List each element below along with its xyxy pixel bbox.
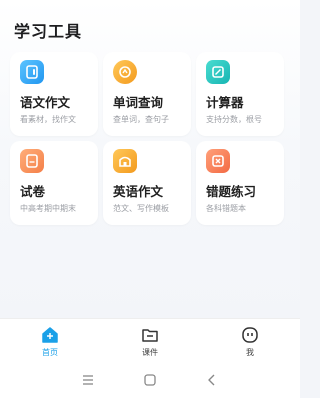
tab-label: 课件 — [142, 348, 158, 357]
tool-desc: 看素材，找作文 — [20, 115, 76, 124]
tab-home[interactable]: 首页 — [0, 319, 100, 363]
profile-icon — [242, 327, 258, 343]
system-navigation-bar — [0, 362, 300, 398]
tool-card-word-lookup[interactable]: 单词查询 查单词，查句子 — [103, 52, 191, 136]
courseware-icon — [142, 329, 158, 342]
tab-profile[interactable]: 我 — [200, 319, 300, 363]
tool-card-wrong-questions[interactable]: 错题练习 各科错题本 — [196, 141, 284, 225]
tool-desc: 查单词，查句子 — [113, 115, 169, 124]
exam-paper-icon — [20, 149, 44, 173]
tool-grid: 语文作文 看素材，找作文 单词查询 查单词，查句子 计算器 支持分数，根号 试卷… — [10, 52, 292, 225]
home-square-icon[interactable] — [142, 372, 158, 388]
tool-name: 单词查询 — [113, 95, 164, 110]
page-title: 学习工具 — [14, 22, 83, 41]
calculator-icon — [206, 60, 230, 84]
tool-card-calculator[interactable]: 计算器 支持分数，根号 — [196, 52, 284, 136]
word-lookup-icon — [113, 60, 137, 84]
tool-name: 语文作文 — [20, 95, 71, 110]
tool-name: 英语作文 — [113, 184, 164, 199]
tab-label: 首页 — [42, 348, 58, 357]
tab-courseware[interactable]: 课件 — [100, 319, 200, 363]
tool-card-english-essay[interactable]: 英语作文 范文、写作模板 — [103, 141, 191, 225]
wrong-questions-icon — [206, 149, 230, 173]
tool-name: 试卷 — [20, 184, 46, 199]
tool-desc: 中高考期中期末 — [20, 204, 76, 213]
tab-label: 我 — [246, 348, 254, 357]
home-icon — [42, 327, 58, 343]
tool-desc: 各科错题本 — [206, 204, 246, 213]
tool-name: 计算器 — [206, 95, 244, 110]
tool-desc: 范文、写作模板 — [113, 204, 169, 213]
menu-icon[interactable] — [80, 372, 96, 388]
bottom-tab-bar: 首页 课件 我 — [0, 318, 300, 362]
main-content: 学习工具 语文作文 看素材，找作文 单词查询 查单词，查句子 计算器 支持分数，… — [0, 0, 300, 318]
back-icon[interactable] — [204, 372, 220, 388]
english-essay-icon — [113, 149, 137, 173]
essay-book-icon — [20, 60, 44, 84]
tool-card-exam-papers[interactable]: 试卷 中高考期中期末 — [10, 141, 98, 225]
tool-name: 错题练习 — [206, 184, 257, 199]
tool-desc: 支持分数，根号 — [206, 115, 262, 124]
tool-card-chinese-essay[interactable]: 语文作文 看素材，找作文 — [10, 52, 98, 136]
